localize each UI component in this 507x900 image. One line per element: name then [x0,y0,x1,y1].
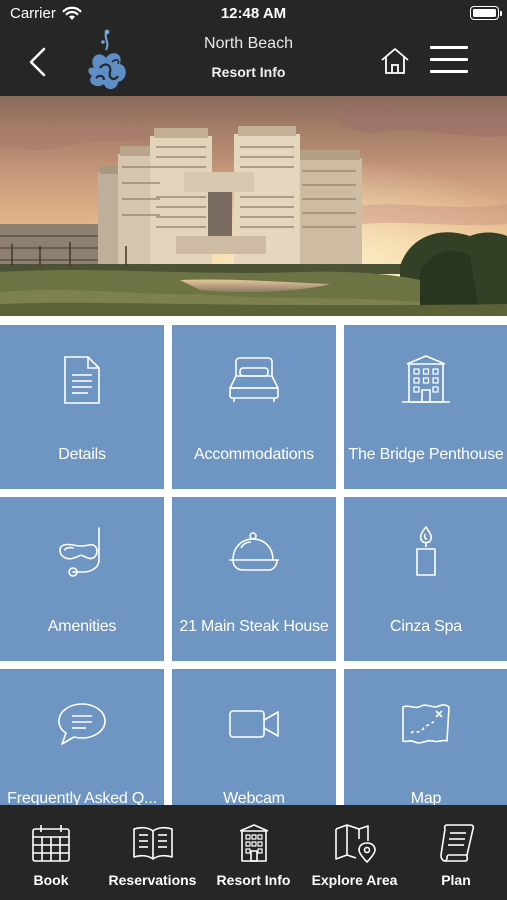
tile-label: Accommodations [194,446,314,463]
tab-reservations[interactable]: Reservations [102,805,203,900]
calendar-icon [0,823,102,867]
tile-details[interactable]: Details [0,325,164,489]
battery-icon [470,6,502,20]
treasure-map-icon [344,693,507,755]
tile-label: The Bridge Penthouse [348,446,504,463]
tab-bar: Book Reservations Resort Info Explore Ar… [0,805,507,900]
resort-logo [84,28,134,94]
tile-21-main-steak-house[interactable]: 21 Main Steak House [172,497,336,661]
chat-bubble-icon [0,693,164,755]
back-chevron-icon[interactable] [24,46,54,78]
open-book-icon [102,823,203,867]
tile-amenities[interactable]: Amenities [0,497,164,661]
scroll-icon [405,823,507,867]
tab-label: Book [33,872,69,888]
nav-title: North Beach [204,35,293,52]
tile-label: Details [58,446,106,463]
clock: 12:48 AM [220,5,287,22]
tab-resort-info[interactable]: Resort Info [203,805,304,900]
map-pin-icon [304,823,405,867]
tile-label: Amenities [47,618,117,635]
video-camera-icon [172,693,336,755]
bed-icon [172,349,336,411]
cloche-icon [172,521,336,583]
hamburger-menu-icon[interactable] [430,45,470,75]
tab-explore-area[interactable]: Explore Area [304,805,405,900]
document-icon [0,349,164,411]
candle-icon [344,521,507,583]
tab-plan[interactable]: Plan [405,805,507,900]
navigation-bar: North Beach Resort Info [0,28,507,96]
building-icon [344,349,507,411]
tile-label: Cinza Spa [389,618,463,635]
tile-the-bridge-penthouse[interactable]: The Bridge Penthouse [344,325,507,489]
tile-label: 21 Main Steak House [179,618,329,635]
tab-book[interactable]: Book [0,805,102,900]
tab-label: Plan [441,872,471,888]
tab-label: Resort Info [216,872,291,888]
tab-label: Reservations [108,872,197,888]
home-icon[interactable] [379,46,411,76]
menu-grid: Details Accommodations The Bridge Pentho… [0,325,507,833]
tab-label: Explore Area [311,872,398,888]
status-bar: Carrier 12:48 AM [0,0,507,28]
snorkel-mask-icon [0,521,164,583]
tile-cinza-spa[interactable]: Cinza Spa [344,497,507,661]
tile-accommodations[interactable]: Accommodations [172,325,336,489]
hero-image [0,96,507,316]
nav-subtitle: Resort Info [211,64,286,80]
resort-photo [0,96,507,316]
building-icon [203,823,304,867]
